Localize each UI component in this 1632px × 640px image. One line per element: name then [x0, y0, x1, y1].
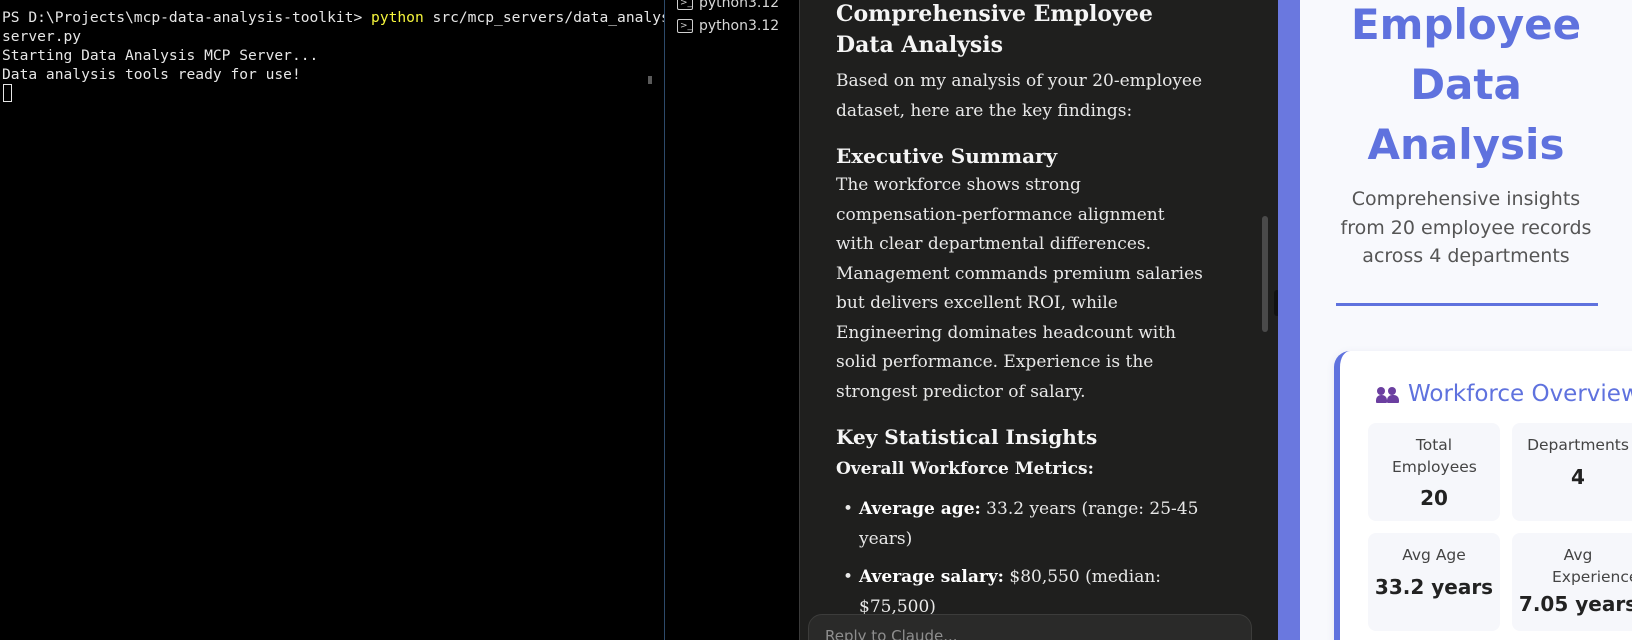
terminal-tab[interactable]: >_ python3.12	[677, 0, 779, 13]
title-divider	[1336, 303, 1598, 306]
reply-input[interactable]: Reply to Claude...	[808, 614, 1252, 640]
terminal-output-line: Starting Data Analysis MCP Server...	[2, 47, 319, 64]
terminal-cursor	[3, 84, 12, 102]
chat-panel[interactable]: Comprehensive Employee Data Analysis Bas…	[800, 0, 1278, 640]
terminal-icon: >_	[677, 19, 693, 33]
artifact-title-line: Data	[1410, 60, 1522, 109]
terminal-output-line: Data analysis tools ready for use!	[2, 66, 301, 83]
artifact-preview[interactable]: Employee Data Analysis Comprehensive ins…	[1300, 0, 1632, 640]
stat-total-employees: Total Employees 20	[1368, 423, 1500, 521]
stat-departments: Departments 4	[1512, 423, 1632, 521]
chat-scrollbar[interactable]	[1262, 216, 1268, 332]
terminal-scrollbar[interactable]	[648, 76, 652, 84]
terminal-tab-label: python3.12	[699, 0, 780, 11]
stat-label: Departments	[1527, 436, 1629, 454]
terminal-args-wrap: server.py	[2, 28, 82, 45]
executive-summary-text: The workforce shows strong compensation-…	[836, 175, 1203, 402]
terminal-command: python	[371, 9, 424, 26]
response-intro: Based on my analysis of your 20-employee…	[836, 71, 1203, 121]
stat-avg-experience: Avg Experience 7.05 years	[1512, 533, 1632, 631]
section-heading-executive-summary: Executive Summary	[836, 144, 1058, 168]
terminal-args: src/mcp_servers/data_analysis_	[432, 9, 664, 26]
artifact-title-line: Employee	[1350, 0, 1582, 49]
stat-value: 20	[1420, 486, 1448, 510]
section-heading-key-insights: Key Statistical Insights	[836, 425, 1098, 449]
people-icon	[1376, 384, 1400, 404]
terminal-tab-list: >_ python3.12 >_ python3.12	[665, 0, 799, 640]
subheading-workforce-metrics: Overall Workforce Metrics:	[836, 459, 1094, 479]
artifact-title-line: Analysis	[1367, 120, 1565, 169]
card-title: Workforce Overview	[1408, 381, 1632, 407]
terminal-pane[interactable]: PS D:\Projects\mcp-data-analysis-toolkit…	[0, 0, 664, 640]
stat-value: 33.2 years	[1374, 574, 1494, 599]
terminal-prompt: PS D:\Projects\mcp-data-analysis-toolkit…	[2, 9, 372, 26]
stat-value: 4	[1571, 464, 1585, 489]
stat-label: Avg Experience	[1552, 546, 1632, 586]
terminal-tab-label: python3.12	[699, 18, 780, 34]
workforce-overview-card: Workforce Overview Total Employees 20 De…	[1334, 351, 1632, 640]
terminal-tab[interactable]: >_ python3.12	[677, 16, 779, 36]
list-item: Average age: 33.2 years (range: 25-45 ye…	[836, 495, 1206, 554]
stat-value: 7.05 years	[1518, 592, 1632, 616]
stat-label: Total Employees	[1392, 436, 1477, 476]
stat-label: Avg Age	[1402, 546, 1466, 564]
chat-message: Comprehensive Employee Data Analysis Bas…	[836, 0, 1206, 622]
artifact-subtitle: Comprehensive insights from 20 employee …	[1340, 188, 1592, 267]
card-header: Workforce Overview	[1376, 381, 1632, 407]
stat-avg-age: Avg Age 33.2 years	[1368, 533, 1500, 631]
terminal-icon: >_	[677, 0, 693, 10]
response-heading: Comprehensive Employee Data Analysis	[836, 1, 1153, 58]
metrics-list: Average age: 33.2 years (range: 25-45 ye…	[836, 495, 1206, 622]
